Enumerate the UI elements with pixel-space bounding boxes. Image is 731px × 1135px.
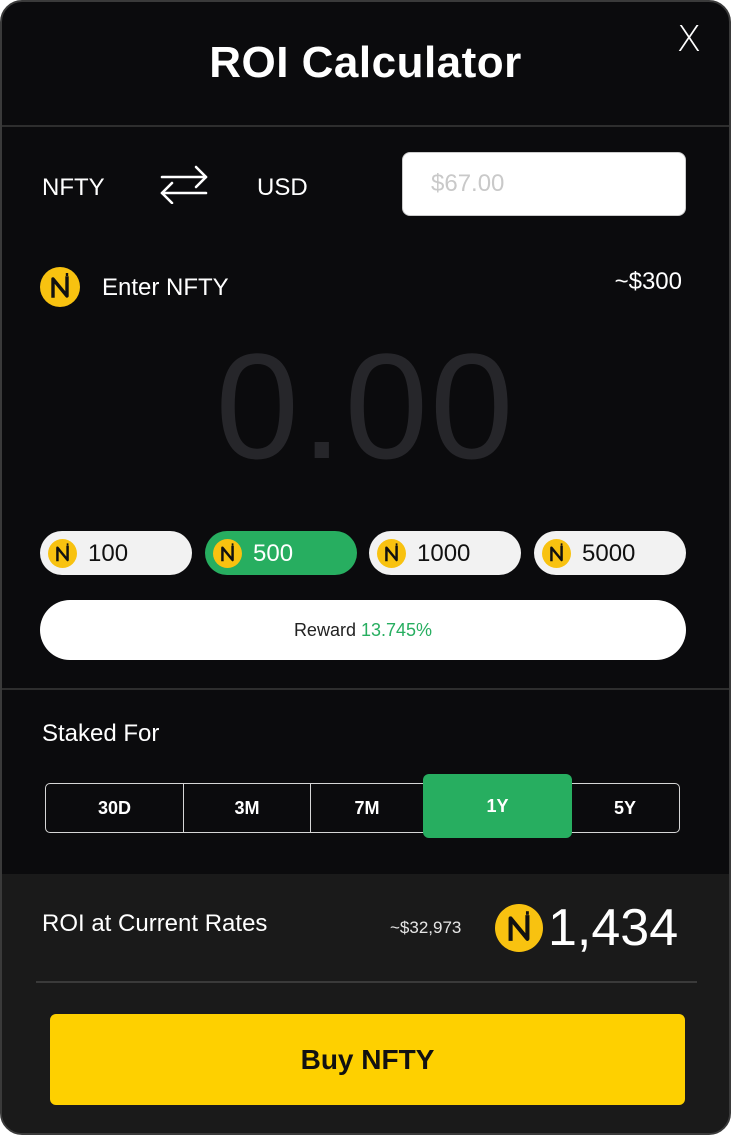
period-3m-tab[interactable]: 3M: [184, 784, 311, 832]
usd-amount-input[interactable]: [402, 152, 686, 216]
period-1y-tab[interactable]: 1Y: [423, 774, 572, 838]
modal-title: ROI Calculator: [209, 38, 522, 87]
reward-rate-bar: Reward 13.745%: [40, 600, 686, 660]
from-currency-label: NFTY: [42, 174, 105, 201]
amount-presets: 100 500 1000 5000: [40, 531, 686, 575]
preset-1000-button[interactable]: 1000: [369, 531, 521, 575]
roi-token-value: 1,434: [548, 899, 679, 957]
enter-amount-row: Enter NFTY ~$300: [40, 266, 682, 308]
roi-divider: [36, 981, 697, 983]
preset-label: 1000: [417, 540, 471, 567]
period-7m-tab[interactable]: 7M: [311, 784, 423, 832]
roi-label: ROI at Current Rates: [42, 910, 268, 937]
nfty-coin-icon: [542, 539, 571, 568]
roi-calculator-modal: ROI Calculator X NFTY USD Enter NFTY ~$3…: [0, 0, 731, 1135]
buy-nfty-button[interactable]: Buy NFTY: [50, 1014, 685, 1105]
preset-5000-button[interactable]: 5000: [534, 531, 686, 575]
preset-100-button[interactable]: 100: [40, 531, 192, 575]
staking-period-selector: 30D 3M 7M 5Y 1Y: [45, 774, 680, 838]
approx-usd-value: ~$300: [614, 268, 682, 295]
to-currency-label: USD: [257, 174, 308, 201]
preset-label: 500: [253, 540, 294, 567]
nfty-coin-icon: [213, 539, 242, 568]
preset-label: 5000: [582, 540, 636, 567]
reward-rate-value: 13.745%: [360, 620, 433, 640]
swap-arrows-icon[interactable]: [158, 164, 210, 204]
reward-label: Reward: [293, 620, 356, 640]
close-icon[interactable]: X: [671, 20, 707, 60]
nfty-coin-icon: [377, 539, 406, 568]
section-divider: [2, 688, 729, 690]
preset-500-button[interactable]: 500: [205, 531, 357, 575]
nfty-coin-icon: [40, 267, 80, 307]
nfty-coin-icon: [48, 539, 77, 568]
token-amount-input[interactable]: 0.00: [2, 320, 729, 493]
period-30d-tab[interactable]: 30D: [46, 784, 184, 832]
currency-converter: NFTY USD: [42, 152, 686, 216]
roi-usd-value: ~$32,973: [390, 918, 462, 937]
staked-for-label: Staked For: [42, 720, 160, 747]
enter-token-label: Enter NFTY: [102, 274, 229, 301]
period-5y-tab[interactable]: 5Y: [571, 784, 679, 832]
header-divider: [2, 125, 729, 127]
nfty-coin-icon: [495, 904, 543, 952]
roi-panel: ROI at Current Rates ~$32,973 1,434 Buy …: [2, 874, 729, 1133]
preset-label: 100: [88, 540, 129, 567]
